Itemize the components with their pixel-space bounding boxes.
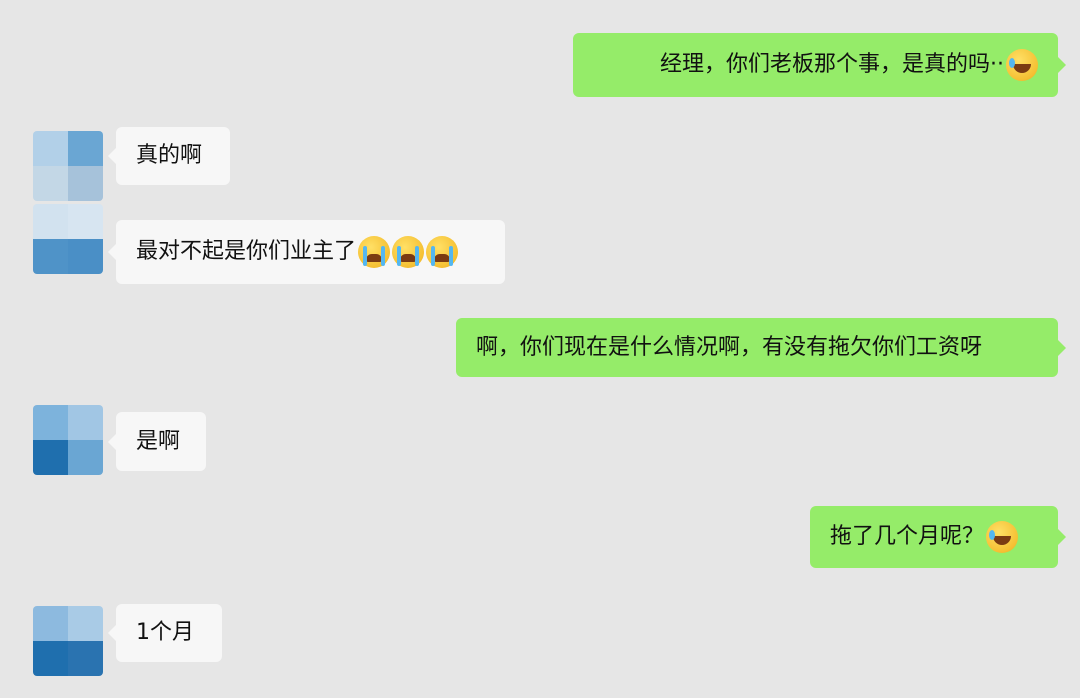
- message-bubble-incoming[interactable]: 1个月: [108, 604, 222, 662]
- laugh-cry-emoji-icon: [986, 521, 1019, 553]
- crying-emoji-icon: [392, 236, 425, 268]
- message-bubble-outgoing[interactable]: 经理，你们老板那个事，是真的吗··: [573, 33, 1066, 97]
- message-bubble-incoming[interactable]: 真的啊: [108, 127, 230, 185]
- laugh-cry-emoji-icon: [1006, 49, 1038, 81]
- avatar[interactable]: [33, 606, 103, 676]
- message-bubble-outgoing[interactable]: 拖了几个月呢？: [810, 506, 1066, 568]
- message-text: 是啊: [136, 428, 181, 454]
- crying-emoji-icon: [358, 236, 391, 268]
- message-bubble-incoming[interactable]: 是啊: [108, 412, 206, 471]
- avatar[interactable]: [33, 405, 103, 475]
- message-text: 1个月: [136, 620, 194, 645]
- message-bubble-outgoing[interactable]: 啊，你们现在是什么情况啊，有没有拖欠你们工资呀: [456, 318, 1066, 377]
- avatar[interactable]: [33, 131, 103, 201]
- message-text: 经理，你们老板那个事，是真的吗··: [660, 52, 1004, 77]
- crying-emoji-icon: [426, 236, 459, 268]
- message-text: 最对不起是你们业主了: [136, 239, 357, 264]
- message-bubble-incoming[interactable]: 最对不起是你们业主了: [108, 220, 505, 284]
- message-text: 真的啊: [136, 143, 203, 168]
- chat-window: 经理，你们老板那个事，是真的吗·· 真的啊 最对不起是你们业主了 啊，你们现在是…: [0, 0, 1080, 698]
- avatar[interactable]: [33, 204, 103, 274]
- message-text: 啊，你们现在是什么情况啊，有没有拖欠你们工资呀: [476, 334, 983, 360]
- message-text: 拖了几个月呢？: [830, 524, 985, 549]
